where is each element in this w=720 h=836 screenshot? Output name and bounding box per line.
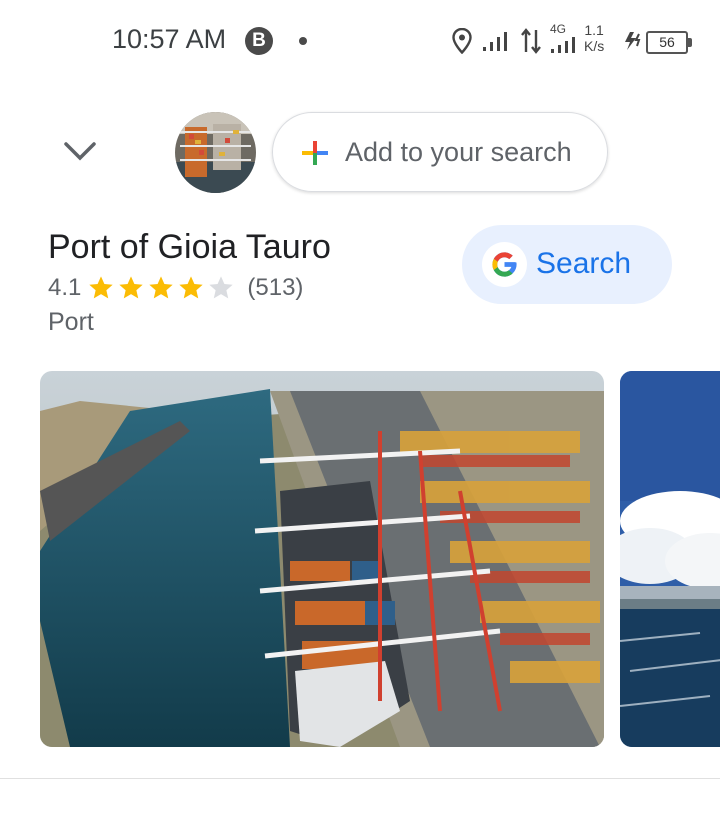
network-type: 4G: [550, 22, 567, 36]
net-speed-unit: K/s: [584, 38, 605, 54]
data-arrows-icon: [521, 28, 541, 54]
signal-icon: [483, 32, 507, 51]
status-time: 10:57 AM: [112, 24, 227, 54]
star-icon: [149, 276, 174, 299]
google-g-badge: [482, 242, 527, 287]
port-aerial-image: [40, 371, 604, 747]
port-aerial-photo[interactable]: [40, 371, 604, 747]
status-bar: 10:57 AM B 4G 1.1 K/s 56: [0, 0, 720, 80]
rating-row: 4.1 (513): [48, 272, 303, 304]
star-icon: [179, 276, 204, 299]
search-image-thumbnail[interactable]: [175, 112, 256, 193]
place-title: Port of Gioia Tauro: [48, 228, 331, 266]
chevron-down-icon: [64, 142, 96, 161]
star-rating: [87, 274, 237, 302]
star-icon: [119, 276, 144, 299]
charging-icon: [625, 32, 641, 50]
add-to-search-label: Add to your search: [345, 137, 572, 167]
place-category: Port: [48, 308, 94, 336]
location-icon: [452, 28, 472, 54]
google-g-icon: [492, 252, 517, 277]
net-speed: 1.1 K/s: [584, 22, 604, 54]
divider: [0, 778, 720, 779]
star-empty-icon: [209, 276, 234, 299]
collapse-button[interactable]: [62, 136, 98, 166]
notification-badge: B: [245, 27, 273, 55]
add-to-search-chip[interactable]: Add to your search: [272, 112, 608, 192]
plus-icon: [302, 141, 328, 165]
net-speed-value: 1.1: [584, 22, 604, 38]
google-search-button[interactable]: Search: [462, 225, 672, 304]
port-thumbnail-image: [175, 112, 256, 193]
rating-value: 4.1: [48, 274, 82, 301]
battery-icon: 56: [646, 31, 692, 54]
port-sea-photo[interactable]: [620, 371, 720, 747]
search-button-label: Search: [536, 247, 632, 280]
review-count[interactable]: (513): [247, 274, 303, 302]
signal-4g-icon: [551, 37, 575, 53]
star-icon: [89, 276, 114, 299]
notification-dot: [299, 37, 307, 45]
port-sea-image: [620, 371, 720, 747]
